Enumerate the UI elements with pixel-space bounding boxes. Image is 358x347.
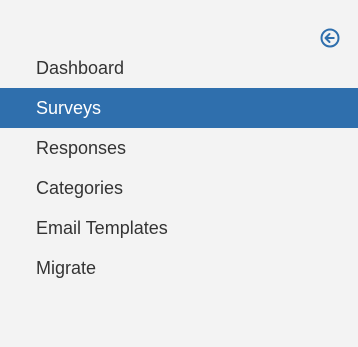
collapse-sidebar-button[interactable] <box>318 26 342 50</box>
sidebar-item-categories[interactable]: Categories <box>0 168 358 208</box>
sidebar-nav: Dashboard Surveys Responses Categories E… <box>0 48 358 288</box>
sidebar-item-surveys[interactable]: Surveys <box>0 88 358 128</box>
sidebar-item-label: Surveys <box>36 98 102 118</box>
sidebar-item-dashboard[interactable]: Dashboard <box>0 48 358 88</box>
sidebar-item-migrate[interactable]: Migrate <box>0 248 358 288</box>
sidebar-item-label: Responses <box>36 138 127 158</box>
sidebar-item-label: Migrate <box>36 258 97 278</box>
sidebar-item-responses[interactable]: Responses <box>0 128 358 168</box>
sidebar-item-label: Categories <box>36 178 124 198</box>
circle-arrow-left-icon <box>320 28 340 48</box>
sidebar-item-label: Email Templates <box>36 218 168 238</box>
sidebar-item-email-templates[interactable]: Email Templates <box>0 208 358 248</box>
sidebar-item-label: Dashboard <box>36 58 125 78</box>
sidebar: Dashboard Surveys Responses Categories E… <box>0 0 358 347</box>
